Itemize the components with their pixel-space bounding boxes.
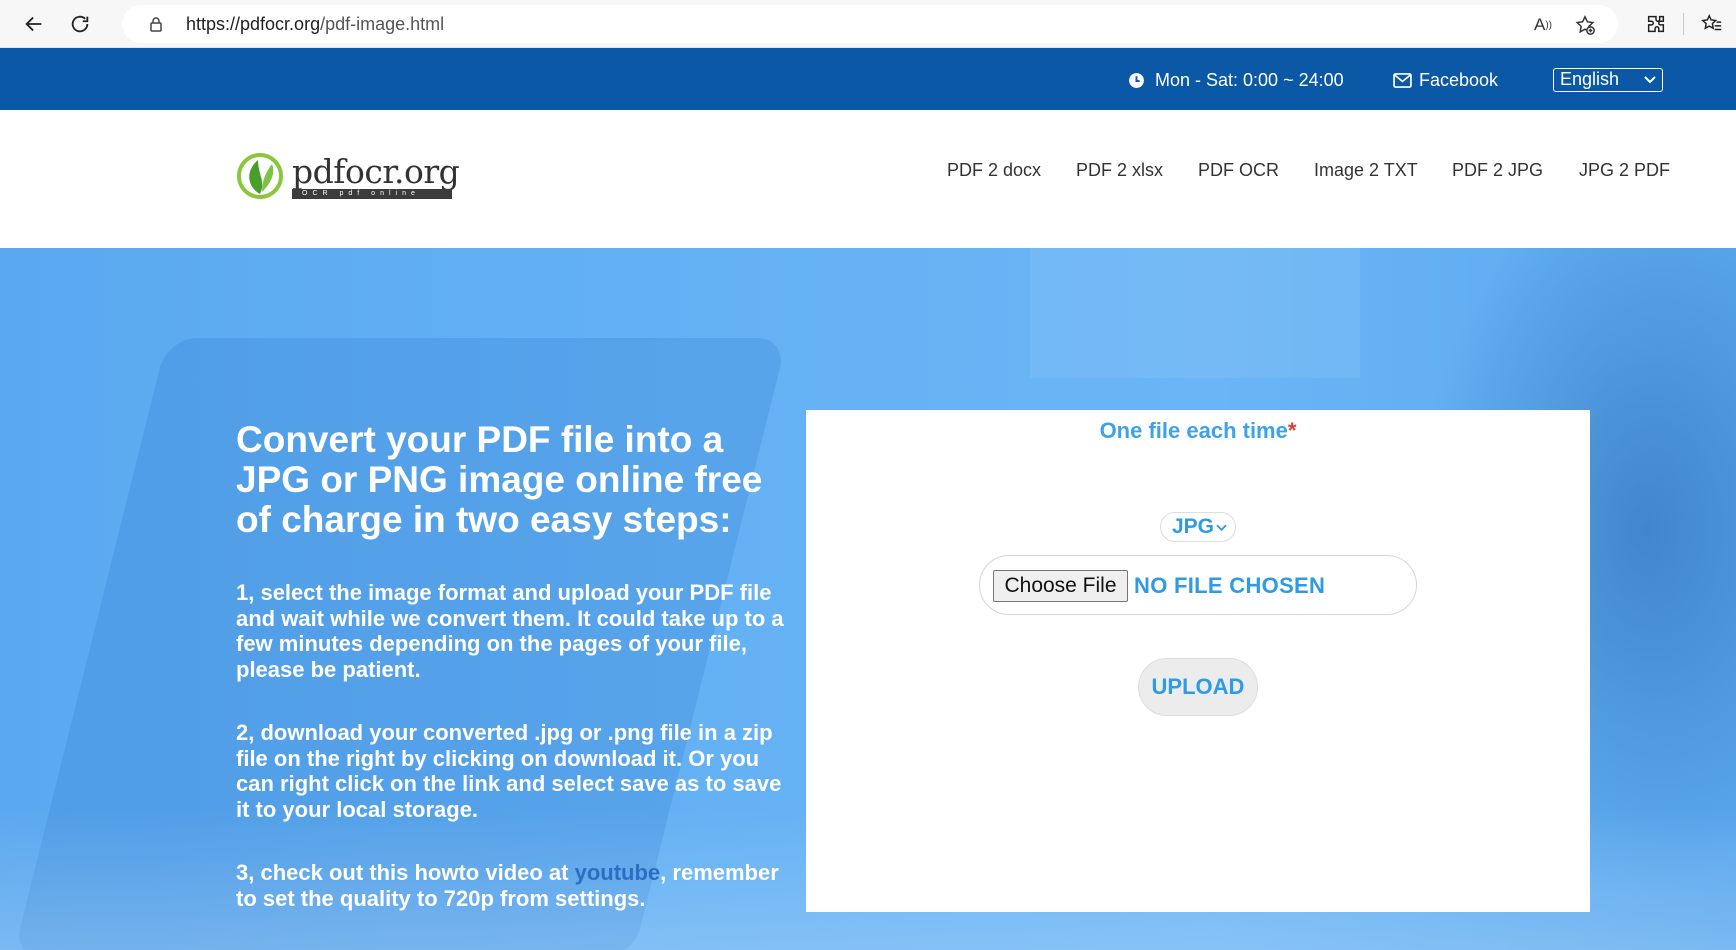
toolbar-divider [1683, 13, 1684, 35]
step-2-text: 2, download your converted .jpg or .png … [236, 720, 782, 822]
menu-pdf-ocr[interactable]: PDF OCR [1198, 160, 1279, 181]
top-info-bar: Mon - Sat: 0:00 ~ 24:00 Facebook English [0, 48, 1736, 110]
read-aloud-icon[interactable]: A)) [1532, 14, 1554, 36]
upload-button[interactable]: UPLOAD [1138, 658, 1258, 716]
file-input: Choose File NO FILE CHOSEN [979, 555, 1417, 615]
browser-toolbar: https://pdfocr.org/pdf-image.html A)) [0, 0, 1736, 48]
menu-jpg-pdf[interactable]: JPG 2 PDF [1579, 160, 1670, 181]
logo-text[interactable]: pdfocr.org [292, 152, 460, 191]
envelope-icon [1393, 73, 1412, 88]
youtube-link[interactable]: youtube [575, 860, 661, 885]
favorite-add-icon[interactable] [1574, 14, 1596, 36]
menu-pdf-xlsx[interactable]: PDF 2 xlsx [1076, 160, 1163, 181]
hero-section: Convert your PDF file into a JPG or PNG … [0, 248, 1736, 950]
menu-image-txt[interactable]: Image 2 TXT [1314, 160, 1418, 181]
step-1-text: 1, select the image format and upload yo… [236, 580, 784, 682]
business-hours: Mon - Sat: 0:00 ~ 24:00 [1128, 70, 1344, 91]
chevron-down-icon [1644, 76, 1656, 84]
menu-pdf-docx[interactable]: PDF 2 docx [947, 160, 1041, 181]
site-header: pdfocr.org OCR pdf online PDF 2 docx PDF… [0, 110, 1736, 248]
facebook-link[interactable]: Facebook [1393, 70, 1498, 91]
upload-panel: One file each time* JPG Choose File NO F… [806, 410, 1590, 912]
leaf-logo-icon[interactable] [236, 152, 284, 200]
refresh-icon[interactable] [64, 8, 96, 40]
url-text: https://pdfocr.org/pdf-image.html [186, 14, 445, 34]
required-mark: * [1287, 418, 1297, 443]
no-file-chosen-label: NO FILE CHOSEN [1134, 573, 1326, 598]
address-bar[interactable]: https://pdfocr.org/pdf-image.html A)) [122, 5, 1618, 43]
hero-title: Convert your PDF file into a JPG or PNG … [236, 419, 763, 540]
step-3-text: 3, check out this howto video at youtube… [236, 860, 779, 911]
clock-icon [1129, 73, 1144, 88]
background-highlight [1030, 248, 1360, 378]
format-select[interactable]: JPG [1160, 512, 1236, 542]
language-select[interactable]: English [1553, 68, 1663, 92]
favorites-icon[interactable] [1700, 12, 1724, 36]
back-icon[interactable] [18, 8, 50, 40]
menu-pdf-jpg[interactable]: PDF 2 JPG [1452, 160, 1543, 181]
extensions-icon[interactable] [1644, 12, 1668, 36]
choose-file-button[interactable]: Choose File [993, 570, 1128, 602]
chevron-down-icon [1216, 524, 1227, 532]
panel-title: One file each time* [1099, 418, 1297, 443]
lock-icon [150, 17, 162, 32]
logo-tagline: OCR pdf online [292, 189, 452, 199]
